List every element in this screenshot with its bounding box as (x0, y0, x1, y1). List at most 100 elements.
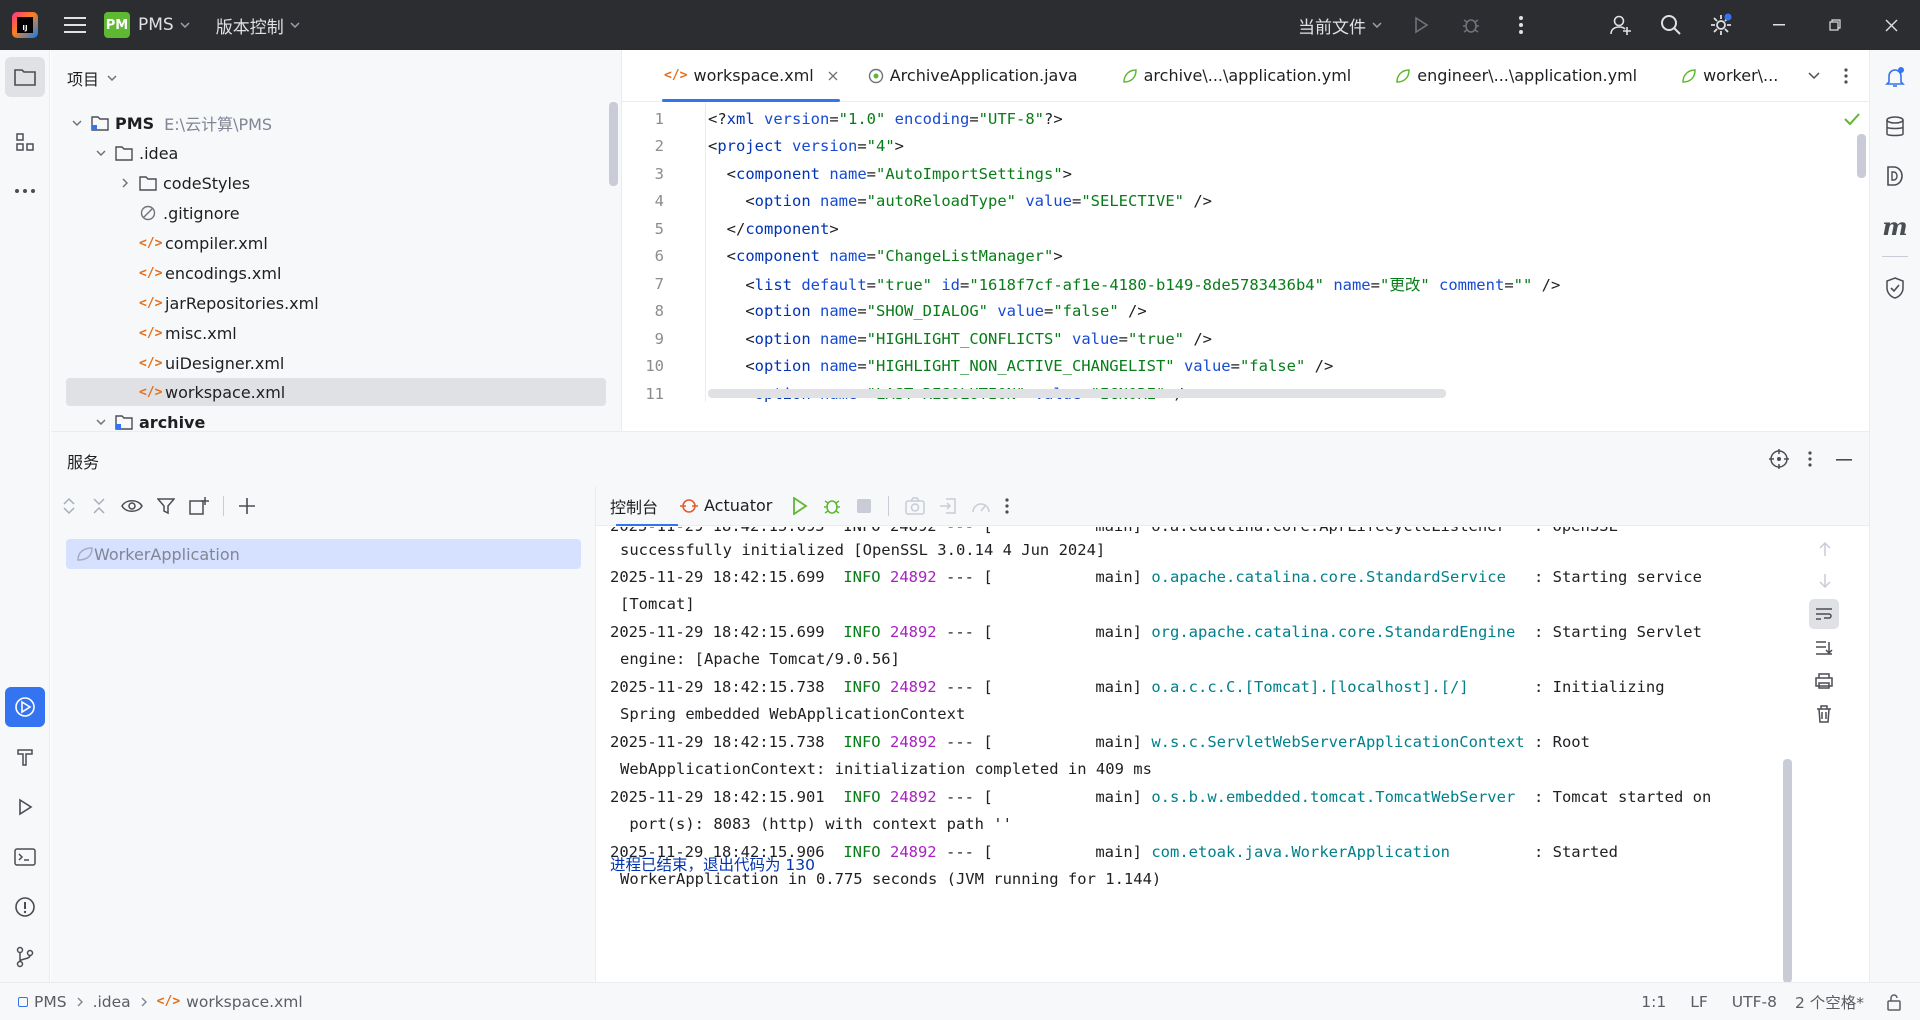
editor-more-icon[interactable] (1844, 68, 1848, 84)
more-tools-icon[interactable] (5, 171, 45, 211)
console-more-icon[interactable] (1005, 497, 1009, 514)
tree-item-label: PMS (115, 113, 155, 133)
run-icon[interactable] (1396, 0, 1446, 50)
show-eye-icon[interactable] (121, 498, 143, 514)
attach-icon[interactable] (939, 497, 957, 515)
caret-position[interactable]: 1:1 (1641, 993, 1666, 1011)
build-hammer-icon[interactable] (5, 737, 45, 777)
tree-item-compiler-xml[interactable]: </> compiler.xml (139, 229, 268, 257)
tree-item-encodings-xml[interactable]: </> encodings.xml (139, 259, 281, 287)
tab-console[interactable]: 控制台 (598, 486, 670, 526)
services-tool-icon[interactable] (5, 687, 45, 727)
debug-icon[interactable] (822, 496, 842, 516)
editor-horizontal-scrollbar[interactable] (708, 389, 1446, 398)
services-more-icon[interactable] (1808, 451, 1812, 467)
main-menu-icon[interactable] (64, 16, 86, 34)
project-tool-folder-icon[interactable] (5, 57, 45, 97)
d-plugin-icon[interactable] (1875, 156, 1915, 196)
project-panel: 项目 PMS E:\云计算\PMS .idea codeStyles .giti… (51, 50, 622, 432)
collapse-all-icon[interactable] (91, 497, 107, 515)
rerun-icon[interactable] (792, 496, 808, 515)
tab-worker-application-yml[interactable]: worker\... (1669, 50, 1790, 102)
tab-workspace-xml[interactable]: </> workspace.xml (652, 50, 850, 102)
line-separator[interactable]: LF (1690, 993, 1708, 1011)
terminal-icon[interactable] (5, 837, 45, 877)
vcs-menu[interactable]: 版本控制 (208, 0, 308, 50)
run-tool-icon[interactable] (5, 787, 45, 827)
security-shield-icon[interactable] (1875, 268, 1915, 308)
tree-item-misc-xml[interactable]: </> misc.xml (139, 319, 237, 347)
editor-vertical-scrollbar[interactable] (1857, 134, 1866, 178)
tab-archiveapplication-java[interactable]: ArchiveApplication.java (856, 50, 1090, 102)
restore-icon[interactable] (1810, 0, 1860, 50)
minimize-icon[interactable] (1754, 0, 1804, 50)
log-timestamp: 2025-11-29 18:42:15.699 (610, 623, 825, 641)
database-icon[interactable] (1875, 107, 1915, 147)
stop-icon[interactable] (856, 498, 872, 514)
tab-archive-application-yml[interactable]: archive\...\application.yml (1110, 50, 1364, 102)
structure-icon[interactable] (5, 122, 45, 162)
search-icon[interactable] (1646, 0, 1696, 50)
console-scrollbar[interactable] (1783, 759, 1792, 983)
clear-trash-icon[interactable] (1816, 705, 1832, 723)
tree-item-jarrepositories-xml[interactable]: </> jarRepositories.xml (139, 289, 319, 317)
code-area[interactable]: 1 <?xml version="1.0" encoding="UTF-8"?> … (622, 102, 1869, 403)
breadcrumb-workspace-xml[interactable]: </> workspace.xml (157, 993, 303, 1011)
scroll-up-icon[interactable] (1818, 541, 1832, 557)
notifications-bell-icon[interactable] (1875, 57, 1915, 97)
git-branch-icon[interactable] (5, 937, 45, 977)
hide-panel-icon[interactable] (1836, 459, 1852, 461)
console-tab-underline (616, 524, 678, 526)
scroll-to-end-icon[interactable] (1815, 640, 1833, 656)
settings-icon[interactable] (1696, 0, 1746, 50)
tree-item-uidesigner-xml[interactable]: </> uiDesigner.xml (139, 349, 284, 377)
chevron-down-icon[interactable] (69, 120, 85, 126)
breadcrumb-idea[interactable]: .idea (93, 993, 131, 1011)
tree-item-gitignore[interactable]: .gitignore (139, 199, 240, 227)
expand-all-icon[interactable] (61, 497, 77, 515)
tree-item-pms[interactable]: PMS E:\云计算\PMS (69, 109, 272, 137)
intellij-logo-icon[interactable]: IJ (12, 12, 38, 38)
locate-icon[interactable] (1769, 449, 1789, 469)
tree-item-path: E:\云计算\PMS (164, 115, 273, 134)
project-panel-header[interactable]: 项目 (67, 66, 117, 90)
tree-item-idea[interactable]: .idea (93, 139, 178, 167)
maven-icon[interactable]: m (1875, 206, 1915, 246)
run-config-selector[interactable]: 当前文件 (1290, 0, 1390, 50)
tree-item-codestyles[interactable]: codeStyles (117, 169, 250, 197)
tree-item-workspace-xml[interactable]: </> workspace.xml (66, 378, 606, 406)
read-only-lock-icon[interactable] (1886, 993, 1904, 1011)
scroll-down-icon[interactable] (1818, 573, 1832, 589)
add-service-icon[interactable] (238, 497, 256, 515)
project-scrollbar[interactable] (609, 102, 618, 186)
no-problems-check-icon[interactable] (1844, 112, 1860, 126)
camera-icon[interactable] (905, 496, 926, 515)
close-tab-icon[interactable] (828, 71, 838, 81)
tab-list-chevron-icon[interactable] (1808, 72, 1820, 80)
more-actions-icon[interactable] (1496, 0, 1546, 50)
indent-setting[interactable]: 2 个空格* (1795, 991, 1864, 1013)
problems-icon[interactable] (5, 887, 45, 927)
run-config-label: 当前文件 (1298, 17, 1366, 38)
xml-file-icon: </> (664, 68, 688, 83)
tree-item-label: encodings.xml (165, 263, 282, 283)
console-output[interactable]: 2025-11-29 18:42:15.695 INFO 24892 --- [… (596, 527, 1776, 983)
tab-engineer-application-yml[interactable]: engineer\...\application.yml (1383, 50, 1649, 102)
close-icon[interactable] (1866, 0, 1916, 50)
vcs-menu-label: 版本控制 (215, 17, 284, 38)
add-user-icon[interactable] (1596, 0, 1646, 50)
chevron-down-icon[interactable] (93, 150, 109, 156)
chevron-down-icon[interactable] (93, 419, 109, 425)
new-group-icon[interactable] (189, 497, 209, 515)
debug-icon[interactable] (1446, 0, 1496, 50)
service-item-workerapplication[interactable]: WorkerApplication (66, 539, 581, 569)
print-icon[interactable] (1815, 673, 1833, 689)
tab-actuator[interactable]: Actuator (670, 486, 782, 526)
chevron-right-icon[interactable] (117, 178, 133, 188)
project-switcher[interactable]: PM PMS (96, 0, 198, 50)
breadcrumb-pms[interactable]: PMS (18, 993, 67, 1011)
soft-wrap-icon[interactable] (1809, 599, 1839, 629)
filter-icon[interactable] (157, 497, 175, 515)
file-encoding[interactable]: UTF-8 (1732, 993, 1777, 1011)
profiler-icon[interactable] (971, 497, 991, 515)
